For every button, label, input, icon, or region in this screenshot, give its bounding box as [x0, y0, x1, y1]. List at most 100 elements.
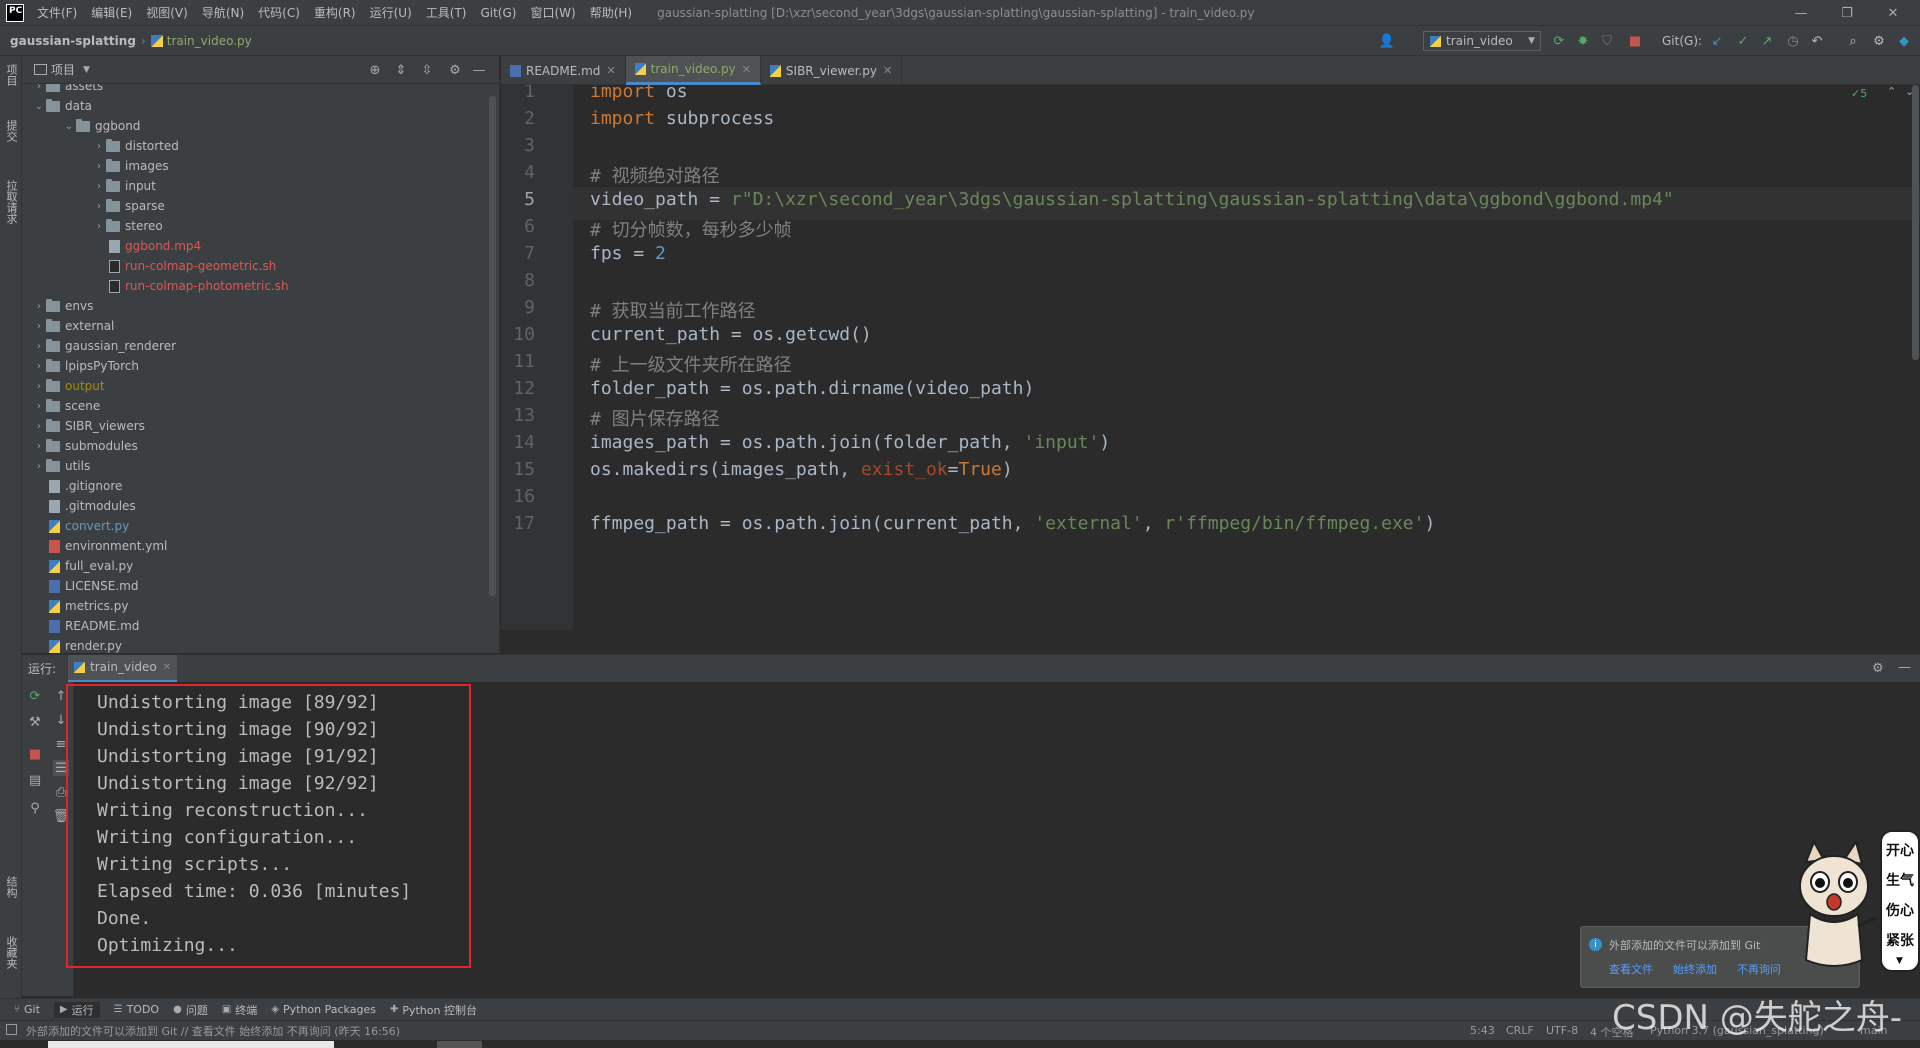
tree-item[interactable]: › sparse: [92, 196, 165, 216]
dont-ask-link[interactable]: 不再询问: [1737, 961, 1781, 977]
file-encoding[interactable]: UTF-8: [1546, 1024, 1578, 1037]
tree-item[interactable]: environment.yml: [32, 536, 167, 556]
chevron-right-icon[interactable]: ›: [92, 221, 106, 232]
editor-scrollbar[interactable]: [1912, 85, 1919, 360]
tool-window-button[interactable]: ⑂ Git: [14, 1003, 40, 1016]
project-panel-title[interactable]: 项目: [51, 61, 75, 78]
tree-item[interactable]: run-colmap-photometric.sh: [92, 276, 289, 296]
breadcrumb-project[interactable]: gaussian-splatting: [10, 34, 136, 48]
stripe-pull-requests[interactable]: 拉取请求: [3, 180, 19, 224]
user-icon[interactable]: 👤: [1378, 32, 1396, 50]
tree-item[interactable]: › output: [32, 376, 105, 396]
chevron-right-icon[interactable]: ›: [32, 381, 46, 392]
history-icon[interactable]: ◷: [1784, 32, 1802, 50]
chevron-right-icon[interactable]: ›: [32, 341, 46, 352]
coverage-icon[interactable]: ⛉: [1598, 32, 1616, 50]
tool-window-button[interactable]: ☰ TODO: [114, 1003, 159, 1016]
stripe-favorites[interactable]: 收藏夹: [3, 936, 19, 969]
chevron-right-icon[interactable]: ›: [32, 401, 46, 412]
git-update-icon[interactable]: ↙: [1708, 32, 1726, 50]
menu-item[interactable]: 工具(T): [419, 0, 474, 26]
tree-item[interactable]: ⌄ data: [32, 96, 92, 116]
search-icon[interactable]: ⌕: [1844, 32, 1862, 50]
editor-tab[interactable]: SIBR_viewer.py ✕: [761, 56, 903, 85]
tree-item[interactable]: README.md: [32, 616, 139, 636]
tree-item[interactable]: › utils: [32, 456, 90, 476]
chevron-down-icon[interactable]: ▼: [83, 65, 90, 75]
tree-item[interactable]: render.py: [32, 636, 122, 653]
tree-item[interactable]: › images: [92, 156, 169, 176]
menu-item[interactable]: 文件(F): [30, 0, 84, 26]
chevron-right-icon[interactable]: ›: [32, 361, 46, 372]
chevron-right-icon[interactable]: ›: [32, 84, 46, 92]
close-icon[interactable]: ✕: [742, 63, 751, 76]
menu-item[interactable]: 窗口(W): [523, 0, 582, 26]
view-files-link[interactable]: 查看文件: [1609, 961, 1653, 977]
layout-icon[interactable]: ▤: [27, 772, 43, 788]
tree-item[interactable]: .gitignore: [32, 476, 122, 496]
tool-window-button[interactable]: ▶ 运行: [53, 1001, 100, 1018]
tool-window-button[interactable]: ◈ Python Packages: [271, 1003, 376, 1016]
run-config-select[interactable]: train_video ▼: [1423, 31, 1541, 51]
editor-tab[interactable]: README.md ✕: [501, 56, 626, 85]
chevron-right-icon[interactable]: ›: [92, 161, 106, 172]
line-separator[interactable]: CRLF: [1506, 1024, 1534, 1037]
locate-icon[interactable]: ⊕: [367, 62, 383, 78]
close-icon[interactable]: ✕: [606, 64, 615, 77]
restore-icon[interactable]: ❐: [1824, 0, 1870, 26]
always-add-link[interactable]: 始终添加: [1673, 961, 1717, 977]
tool-window-button[interactable]: ▣ 终端: [222, 1002, 257, 1018]
minimize-icon[interactable]: —: [1778, 0, 1824, 26]
hide-icon[interactable]: —: [471, 62, 487, 78]
menu-item[interactable]: 重构(R): [307, 0, 363, 26]
gear-icon[interactable]: ⚙: [1872, 661, 1884, 676]
tree-item[interactable]: convert.py: [32, 516, 129, 536]
chevron-right-icon[interactable]: ›: [92, 181, 106, 192]
tree-item[interactable]: › stereo: [92, 216, 163, 236]
menu-item[interactable]: 编辑(E): [84, 0, 139, 26]
chevron-right-icon[interactable]: ›: [32, 441, 46, 452]
menu-item[interactable]: Git(G): [473, 0, 523, 26]
chevron-up-icon[interactable]: ⌃: [1887, 85, 1896, 98]
status-message[interactable]: 外部添加的文件可以添加到 Git // 查看文件 始终添加 不再询问 (昨天 1…: [26, 1023, 400, 1039]
gear-icon[interactable]: ⚙: [447, 62, 463, 78]
tree-item[interactable]: run-colmap-geometric.sh: [92, 256, 276, 276]
stripe-commit[interactable]: 提交: [3, 120, 19, 142]
project-tree-scrollbar[interactable]: [489, 96, 496, 596]
panel-toggle-icon[interactable]: [6, 1024, 17, 1035]
tree-item[interactable]: › envs: [32, 296, 93, 316]
chevron-right-icon[interactable]: ›: [32, 301, 46, 312]
menu-item[interactable]: 代码(C): [251, 0, 307, 26]
tree-item[interactable]: › external: [32, 316, 114, 336]
chevron-down-icon[interactable]: ⌄: [1905, 85, 1914, 98]
tree-item[interactable]: .gitmodules: [32, 496, 136, 516]
wrench-icon[interactable]: ⚒: [27, 714, 43, 730]
caret-position[interactable]: 5:43: [1470, 1024, 1495, 1037]
chevron-right-icon[interactable]: ›: [92, 201, 106, 212]
close-icon[interactable]: ✕: [883, 64, 892, 77]
pin-icon[interactable]: ⚲: [27, 800, 43, 816]
stripe-structure[interactable]: 结构: [3, 876, 19, 898]
run-tab[interactable]: train_video ✕: [68, 654, 178, 683]
git-commit-icon[interactable]: ✓: [1734, 32, 1752, 50]
tree-item[interactable]: LICENSE.md: [32, 576, 138, 596]
tree-item[interactable]: › gaussian_renderer: [32, 336, 176, 356]
tree-item[interactable]: › SIBR_viewers: [32, 416, 145, 436]
settings-icon[interactable]: ⚙: [1870, 32, 1888, 50]
rerun-icon[interactable]: ⟳: [27, 688, 43, 704]
tool-window-button[interactable]: ● 问题: [173, 1002, 208, 1018]
stripe-project[interactable]: 项目: [3, 64, 19, 86]
git-push-icon[interactable]: ↗: [1758, 32, 1776, 50]
breadcrumb-file[interactable]: train_video.py: [167, 34, 252, 48]
chevron-down-icon[interactable]: ⌄: [62, 121, 76, 132]
tree-item[interactable]: ⌄ ggbond: [62, 116, 140, 136]
debug-icon[interactable]: ✸: [1574, 32, 1592, 50]
rollback-icon[interactable]: ↶: [1808, 32, 1826, 50]
collapse-all-icon[interactable]: ⇳: [419, 62, 435, 78]
code-editor[interactable]: 1 2 3 4 5 6 7 8 9 10 11 12 13 14 15 16 17 import os impor…: [501, 85, 1920, 630]
expand-all-icon[interactable]: ⇕: [393, 62, 409, 78]
stop-icon[interactable]: ■: [1626, 32, 1644, 50]
editor-tab[interactable]: train_video.py ✕: [625, 56, 761, 85]
tree-item[interactable]: › submodules: [32, 436, 138, 456]
chevron-right-icon[interactable]: ›: [32, 461, 46, 472]
